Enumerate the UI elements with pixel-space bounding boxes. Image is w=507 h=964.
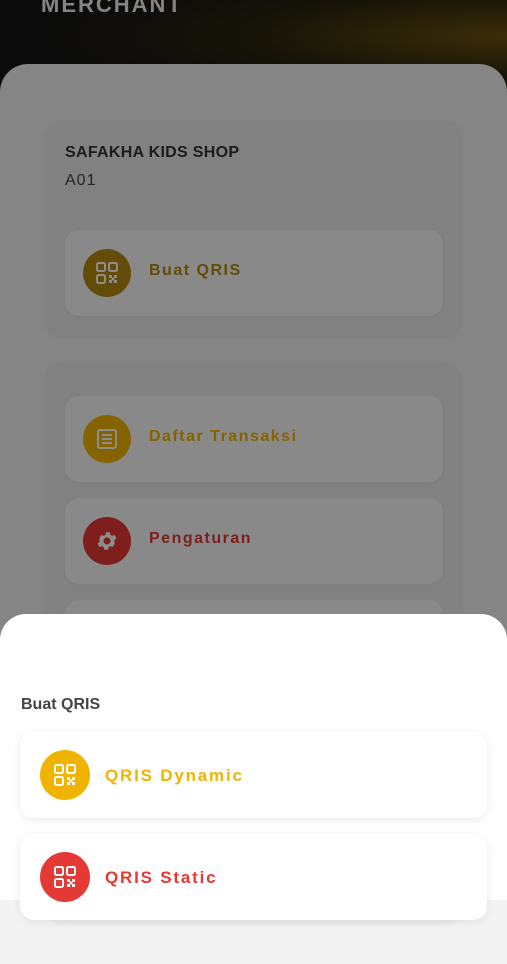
qr-code-icon bbox=[40, 852, 90, 902]
bottom-sheet: Buat QRIS QRIS Dynamic QRIS Static bbox=[0, 614, 507, 920]
option-qris-dynamic[interactable]: QRIS Dynamic bbox=[20, 732, 487, 818]
option-qris-static[interactable]: QRIS Static bbox=[20, 834, 487, 920]
qr-code-icon bbox=[40, 750, 90, 800]
sheet-title: Buat QRIS bbox=[21, 696, 101, 713]
option-label: QRIS Dynamic bbox=[105, 766, 244, 785]
option-label: QRIS Static bbox=[105, 868, 218, 887]
